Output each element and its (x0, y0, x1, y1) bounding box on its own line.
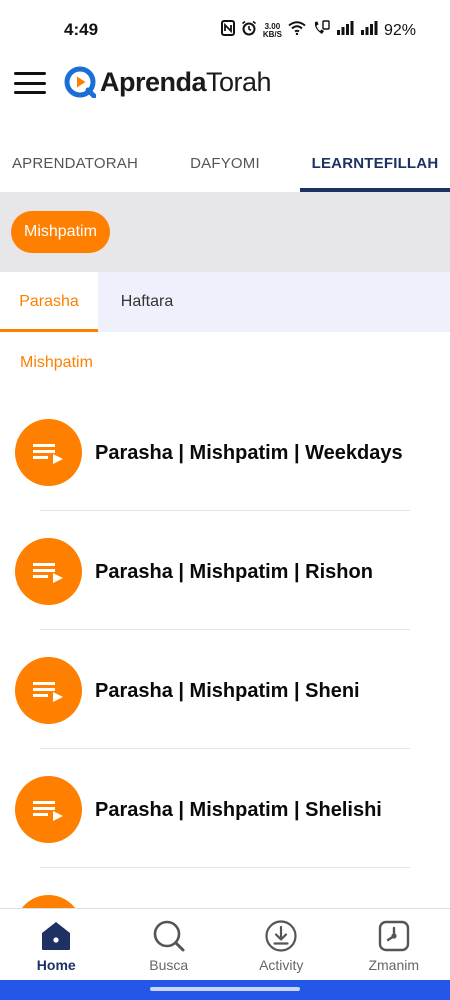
tab-parasha[interactable]: Parasha (0, 272, 98, 332)
bottom-nav: Home Busca Activity Zmanim (0, 908, 450, 980)
sub-tabs: Parasha Haftara (0, 272, 450, 332)
status-bar: 4:49 3.00 KB/S 92% (0, 0, 450, 60)
signal-1-icon (336, 21, 354, 40)
list-item[interactable]: Parasha | Mishpatim | Weekdays (0, 392, 450, 511)
lesson-list: Parasha | Mishpatim | Weekdays Parasha |… (0, 392, 450, 987)
logo-text: AprendaTorah (100, 66, 272, 97)
signal-2-icon (360, 21, 378, 40)
logo-play-icon (64, 66, 96, 98)
status-icons: 3.00 KB/S 92% (220, 20, 416, 41)
parasha-chip[interactable]: Mishpatim (11, 211, 110, 253)
top-tabs: APRENDATORAH DAFYOMI LEARNTEFILLAH (0, 134, 450, 192)
download-icon (265, 920, 297, 952)
list-item-title: Parasha | Mishpatim | Sheni (95, 680, 360, 702)
app-logo: AprendaTorah (64, 66, 272, 98)
playlist-play-icon[interactable] (15, 657, 82, 724)
list-item-title: Parasha | Mishpatim | Weekdays (95, 442, 403, 464)
playlist-play-icon[interactable] (15, 419, 82, 486)
status-time: 4:49 (64, 20, 99, 39)
nav-home-label: Home (36, 957, 76, 973)
nav-busca-label: Busca (149, 957, 189, 973)
tab-learntefillah[interactable]: LEARNTEFILLAH (300, 134, 450, 192)
home-icon (42, 922, 71, 950)
parasha-chip-bar: Mishpatim (0, 192, 450, 272)
playlist-play-icon[interactable] (15, 776, 82, 843)
alarm-icon (241, 20, 257, 41)
battery-level: 92% (383, 21, 416, 39)
volte-call-icon (312, 20, 330, 41)
system-gesture-bar (0, 980, 450, 1000)
list-item[interactable]: Parasha | Mishpatim | Sheni (0, 630, 450, 749)
tab-aprendatorah[interactable]: APRENDATORAH (0, 134, 150, 192)
tab-dafyomi[interactable]: DAFYOMI (150, 134, 300, 192)
list-item[interactable]: Parasha | Mishpatim | Rishon (0, 511, 450, 630)
nav-activity[interactable]: Activity (225, 909, 338, 980)
nav-zmanim[interactable]: Zmanim (338, 909, 450, 980)
list-item-title: Parasha | Mishpatim | Shelishi (95, 799, 382, 821)
wifi-icon (288, 21, 306, 40)
nav-activity-label: Activity (259, 957, 304, 973)
search-icon (153, 920, 185, 952)
nav-busca[interactable]: Busca (113, 909, 226, 980)
menu-icon[interactable] (14, 72, 46, 94)
section-label: Mishpatim (20, 354, 93, 371)
nfc-icon (220, 20, 235, 41)
list-item-title: Parasha | Mishpatim | Rishon (95, 561, 373, 583)
app-header: AprendaTorah (0, 60, 450, 118)
tab-haftara[interactable]: Haftara (98, 272, 196, 332)
playlist-play-icon[interactable] (15, 538, 82, 605)
clock-icon (378, 920, 409, 952)
net-speed: 3.00 KB/S (262, 21, 282, 39)
nav-home[interactable]: Home (0, 909, 113, 980)
nav-zmanim-label: Zmanim (368, 957, 420, 973)
list-item[interactable]: Parasha | Mishpatim | Shelishi (0, 749, 450, 868)
home-gesture-handle[interactable] (150, 987, 300, 991)
